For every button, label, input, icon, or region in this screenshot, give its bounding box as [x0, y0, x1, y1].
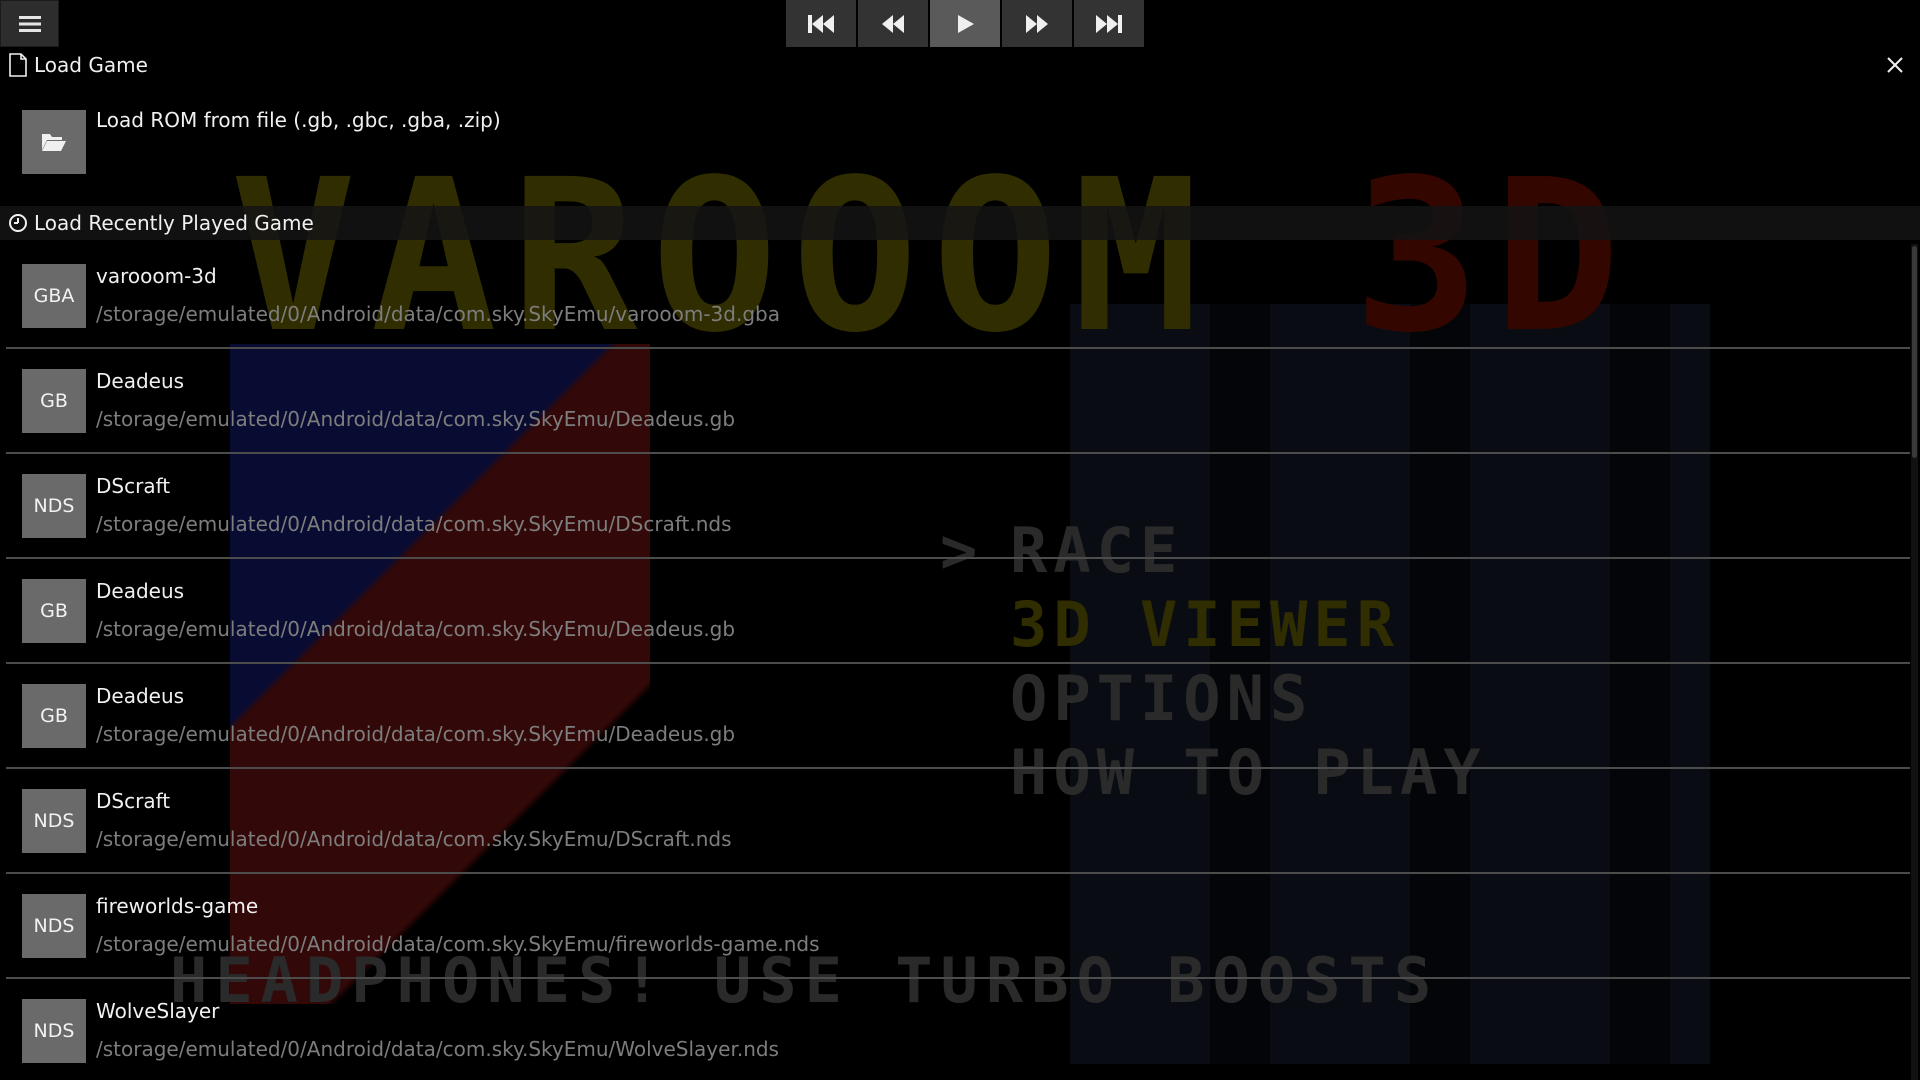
- folder-open-icon: [42, 134, 66, 151]
- recent-games-header: Load Recently Played Game: [0, 206, 314, 240]
- system-badge: GB: [22, 684, 86, 748]
- skip-forward-button[interactable]: [1074, 0, 1144, 47]
- recent-list-scrollbar[interactable]: [1911, 244, 1918, 1080]
- load-rom-button[interactable]: Load ROM from file (.gb, .gbc, .gba, .zi…: [0, 100, 1910, 176]
- game-name: WolveSlayer: [96, 999, 220, 1023]
- load-game-header: Load Game: [0, 48, 148, 82]
- play-button[interactable]: [930, 0, 1000, 47]
- recent-games-title: Load Recently Played Game: [34, 211, 314, 235]
- fast-forward-icon: [1026, 14, 1048, 33]
- game-name: DScraft: [96, 789, 171, 813]
- system-badge: NDS: [22, 999, 86, 1063]
- scrollbar-thumb[interactable]: [1912, 246, 1917, 458]
- system-badge: GB: [22, 369, 86, 433]
- play-icon: [958, 14, 974, 33]
- recent-game-item[interactable]: GB Deadeus /storage/emulated/0/Android/d…: [6, 664, 1910, 769]
- game-name: Deadeus: [96, 684, 185, 708]
- recent-game-item[interactable]: GB Deadeus /storage/emulated/0/Android/d…: [6, 349, 1910, 454]
- game-path: /storage/emulated/0/Android/data/com.sky…: [96, 722, 736, 746]
- system-badge: NDS: [22, 474, 86, 538]
- system-badge: NDS: [22, 894, 86, 958]
- close-button[interactable]: [1880, 50, 1910, 80]
- skip-back-icon: [808, 14, 834, 33]
- game-path: /storage/emulated/0/Android/data/com.sky…: [96, 407, 736, 431]
- recent-game-item[interactable]: GBA varooom-3d /storage/emulated/0/Andro…: [6, 244, 1910, 349]
- recent-game-item[interactable]: NDS fireworlds-game /storage/emulated/0/…: [6, 874, 1910, 979]
- recent-game-item[interactable]: NDS DScraft /storage/emulated/0/Android/…: [6, 769, 1910, 874]
- close-icon: [1887, 57, 1903, 73]
- game-path: /storage/emulated/0/Android/data/com.sky…: [96, 1037, 779, 1061]
- game-name: Deadeus: [96, 579, 185, 603]
- game-path: /storage/emulated/0/Android/data/com.sky…: [96, 512, 732, 536]
- game-name: fireworlds-game: [96, 894, 259, 918]
- menu-button[interactable]: [0, 0, 59, 47]
- system-badge: NDS: [22, 789, 86, 853]
- game-path: /storage/emulated/0/Android/data/com.sky…: [96, 302, 780, 326]
- recent-game-item[interactable]: NDS DScraft /storage/emulated/0/Android/…: [6, 454, 1910, 559]
- system-badge: GBA: [22, 264, 86, 328]
- system-badge: GB: [22, 579, 86, 643]
- hamburger-icon: [18, 15, 41, 32]
- game-name: DScraft: [96, 474, 171, 498]
- game-path: /storage/emulated/0/Android/data/com.sky…: [96, 932, 820, 956]
- game-name: varooom-3d: [96, 264, 217, 288]
- game-name: Deadeus: [96, 369, 185, 393]
- load-rom-label: Load ROM from file (.gb, .gbc, .gba, .zi…: [96, 108, 501, 132]
- file-icon: [8, 53, 28, 77]
- recent-game-item[interactable]: NDS WolveSlayer /storage/emulated/0/Andr…: [6, 979, 1910, 1080]
- emulator-window: VAROOOM 3D > RACE 3D VIEWER OPTIONS HOW …: [0, 0, 1920, 1080]
- playback-controls: [786, 0, 1144, 47]
- recent-games-list: GBA varooom-3d /storage/emulated/0/Andro…: [0, 244, 1910, 1080]
- load-game-title: Load Game: [34, 53, 148, 77]
- load-rom-thumb: [22, 110, 86, 174]
- skip-back-button[interactable]: [786, 0, 856, 47]
- fast-forward-button[interactable]: [1002, 0, 1072, 47]
- skip-forward-icon: [1096, 14, 1122, 33]
- rewind-icon: [882, 14, 904, 33]
- recent-game-item[interactable]: GB Deadeus /storage/emulated/0/Android/d…: [6, 559, 1910, 664]
- rewind-button[interactable]: [858, 0, 928, 47]
- clock-icon: [8, 213, 28, 233]
- game-path: /storage/emulated/0/Android/data/com.sky…: [96, 617, 736, 641]
- game-path: /storage/emulated/0/Android/data/com.sky…: [96, 827, 732, 851]
